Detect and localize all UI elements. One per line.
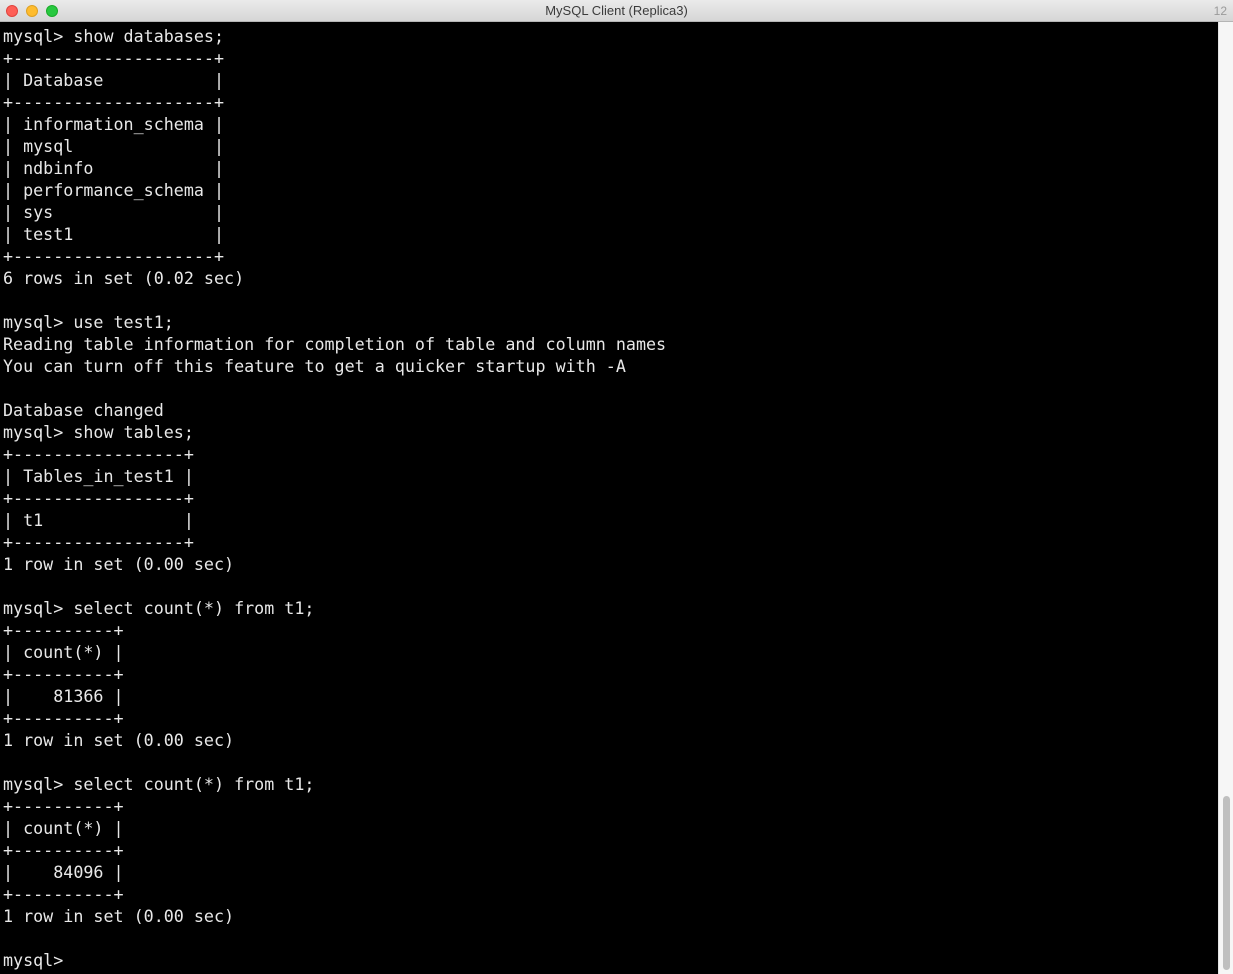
terminal-line: mysql> select count(*) from t1;: [3, 598, 315, 618]
terminal-line: +--------------------+: [3, 48, 225, 68]
terminal-line: +----------+: [3, 664, 124, 684]
terminal-line: | 84096 |: [3, 862, 124, 882]
terminal-line: +----------+: [3, 796, 124, 816]
terminal-line: 6 rows in set (0.02 sec): [3, 268, 245, 288]
terminal-line: +----------+: [3, 840, 124, 860]
window-title: MySQL Client (Replica3): [545, 3, 688, 18]
terminal-window: MySQL Client (Replica3) 12 mysql> show d…: [0, 0, 1233, 974]
terminal-line: +----------+: [3, 620, 124, 640]
terminal-line: Reading table information for completion…: [3, 334, 667, 354]
terminal-line: +----------+: [3, 708, 124, 728]
terminal-line: You can turn off this feature to get a q…: [3, 356, 626, 376]
window-counter: 12: [1213, 4, 1227, 18]
terminal-line: | 81366 |: [3, 686, 124, 706]
terminal-line: +--------------------+: [3, 92, 225, 112]
terminal-line: | count(*) |: [3, 818, 124, 838]
terminal-line: mysql> show tables;: [3, 422, 194, 442]
terminal-line: | ndbinfo |: [3, 158, 225, 178]
terminal-line: +-----------------+: [3, 488, 194, 508]
terminal-line: +----------+: [3, 884, 124, 904]
scrollbar-thumb[interactable]: [1223, 796, 1230, 970]
terminal-line: +-----------------+: [3, 444, 194, 464]
terminal-line: Database changed: [3, 400, 164, 420]
terminal-line: | mysql |: [3, 136, 225, 156]
terminal-line: | test1 |: [3, 224, 225, 244]
terminal-line: +-----------------+: [3, 532, 194, 552]
terminal-line: | performance_schema |: [3, 180, 225, 200]
terminal-line: 1 row in set (0.00 sec): [3, 730, 235, 750]
terminal-output[interactable]: mysql> show databases; +----------------…: [3, 25, 1215, 971]
terminal-line: | Tables_in_test1 |: [3, 466, 194, 486]
terminal-line: mysql>: [3, 950, 74, 970]
terminal-line: | Database |: [3, 70, 225, 90]
terminal-line: | information_schema |: [3, 114, 225, 134]
terminal-line: mysql> select count(*) from t1;: [3, 774, 315, 794]
terminal-line: mysql> show databases;: [3, 26, 225, 46]
terminal-line: | t1 |: [3, 510, 194, 530]
title-bar[interactable]: MySQL Client (Replica3) 12: [0, 0, 1233, 22]
terminal-line: +--------------------+: [3, 246, 225, 266]
terminal-line: | sys |: [3, 202, 225, 222]
vertical-scrollbar[interactable]: [1218, 22, 1233, 974]
terminal-text: mysql> show databases; +----------------…: [3, 25, 1215, 971]
terminal-line: 1 row in set (0.00 sec): [3, 906, 235, 926]
terminal-line: 1 row in set (0.00 sec): [3, 554, 235, 574]
terminal-line: | count(*) |: [3, 642, 124, 662]
terminal-line: mysql> use test1;: [3, 312, 174, 332]
